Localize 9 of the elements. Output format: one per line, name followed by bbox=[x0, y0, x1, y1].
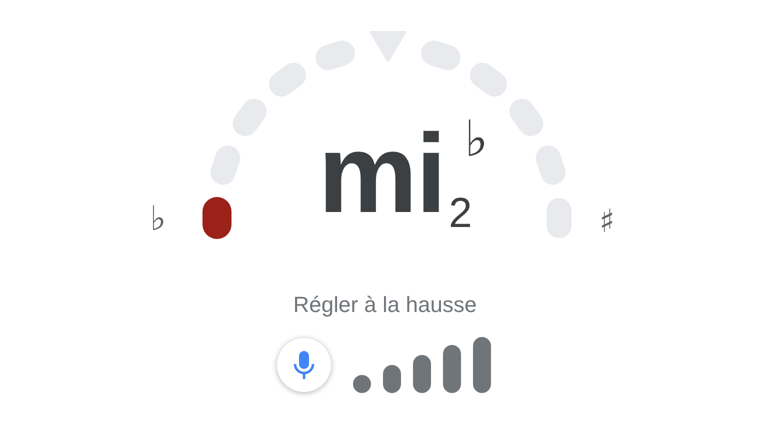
flat-sign: ♭ bbox=[150, 199, 166, 239]
audio-level-icon bbox=[353, 337, 493, 393]
microphone-button[interactable] bbox=[277, 338, 331, 392]
accidental: ♭ bbox=[464, 114, 489, 164]
octave-number: 2 bbox=[448, 192, 474, 234]
sharp-sign: ♯ bbox=[599, 202, 615, 240]
note-name: mi bbox=[318, 118, 445, 230]
microphone-icon bbox=[293, 350, 315, 380]
tuning-hint: Régler à la hausse bbox=[292, 291, 478, 319]
